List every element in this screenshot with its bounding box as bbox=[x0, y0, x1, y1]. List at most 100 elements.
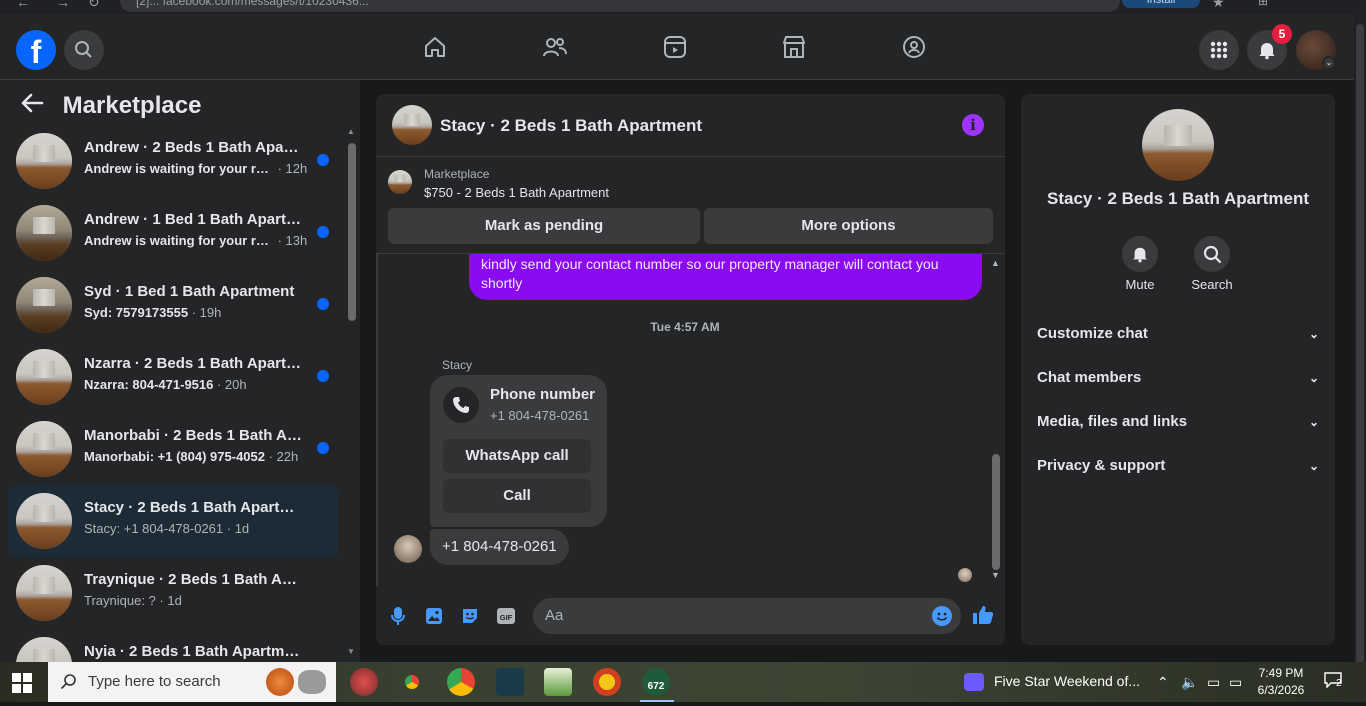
listing-title[interactable]: $750 - 2 Beds 1 Bath Apartment bbox=[424, 185, 609, 200]
home-icon[interactable] bbox=[422, 34, 452, 64]
bookmark-star-icon[interactable]: ★ bbox=[1212, 0, 1225, 11]
notes-app-icon[interactable] bbox=[544, 668, 572, 696]
thumbs-up-icon[interactable] bbox=[971, 603, 995, 627]
conversation-title: Traynique · 2 Beds 1 Bath Apart... bbox=[84, 571, 304, 588]
taskbar-search[interactable]: Type here to search bbox=[48, 662, 336, 702]
thread-scrollbar[interactable]: ▲ ▼ bbox=[990, 258, 1002, 582]
friends-icon[interactable] bbox=[542, 34, 572, 64]
chat-members-row[interactable]: Chat members ⌄ bbox=[1037, 358, 1319, 398]
active-app-icon[interactable]: 672 bbox=[642, 668, 670, 696]
card-phone-value: +1 804-478-0261 bbox=[490, 408, 590, 423]
svg-text:GIF: GIF bbox=[500, 613, 513, 622]
mark-as-pending-button[interactable]: Mark as pending bbox=[388, 208, 700, 244]
scroll-up-icon[interactable]: ▲ bbox=[347, 127, 355, 136]
privacy-support-row[interactable]: Privacy & support ⌄ bbox=[1037, 446, 1319, 486]
back-arrow-icon[interactable] bbox=[20, 93, 44, 113]
chevron-down-icon: ⌄ bbox=[1308, 327, 1319, 341]
ixl-app-icon[interactable] bbox=[593, 668, 621, 696]
scroll-up-icon[interactable]: ▲ bbox=[991, 258, 1000, 268]
gif-icon[interactable]: GIF bbox=[495, 605, 517, 627]
sticker-icon[interactable] bbox=[459, 605, 481, 627]
action-center-icon[interactable]: 2 bbox=[1324, 672, 1348, 692]
sender-name: Stacy bbox=[442, 358, 473, 372]
marketplace-icon[interactable] bbox=[781, 34, 811, 64]
volume-icon[interactable]: 🔈 bbox=[1181, 674, 1198, 691]
call-button[interactable]: Call bbox=[443, 479, 591, 513]
conversation-item[interactable]: Syd · 1 Bed 1 Bath Apartment Syd: 757917… bbox=[8, 269, 338, 341]
chevron-down-icon[interactable]: ⌄ bbox=[1322, 56, 1336, 70]
address-bar[interactable]: [2]... facebook.com/messages/t/10230436.… bbox=[120, 0, 1120, 12]
chat-avatar[interactable] bbox=[392, 105, 432, 145]
conversation-title: Andrew · 2 Beds 1 Bath Apart... bbox=[84, 139, 304, 156]
conversation-item[interactable]: Nzarra · 2 Beds 1 Bath Apartm... Nzarra:… bbox=[8, 341, 338, 413]
search-icon bbox=[1194, 236, 1230, 272]
conversation-item[interactable]: Manorbabi · 2 Beds 1 Bath Apa... Manorba… bbox=[8, 413, 338, 485]
extension-icon[interactable]: ⊞ bbox=[1258, 0, 1268, 8]
microphone-icon[interactable] bbox=[387, 605, 409, 627]
meet-now-icon[interactable]: ▭ bbox=[1207, 674, 1220, 691]
basketball-icon bbox=[266, 668, 294, 696]
listing-thumbnail bbox=[16, 565, 72, 621]
conversation-preview: Traynique: ? · 1d bbox=[84, 593, 182, 608]
reload-icon[interactable]: ↻ bbox=[88, 0, 100, 11]
scroll-down-icon[interactable]: ▼ bbox=[347, 647, 355, 656]
windows-start-icon[interactable] bbox=[12, 673, 32, 693]
top-navigation: f 5 ⌄ bbox=[0, 14, 1354, 80]
conversation-item-selected[interactable]: Stacy · 2 Beds 1 Bath Apartment Stacy: +… bbox=[8, 485, 338, 557]
system-clock[interactable]: 7:49 PM 6/3/2026 bbox=[1250, 665, 1312, 699]
chrome-icon[interactable] bbox=[398, 668, 426, 696]
chevron-down-icon: ⌄ bbox=[1308, 459, 1319, 473]
sidebar-title: Marketplace bbox=[62, 92, 202, 119]
search-label: Search bbox=[1191, 277, 1233, 292]
chrome-profile-icon[interactable] bbox=[447, 668, 475, 696]
forward-arrow-icon[interactable]: → bbox=[56, 0, 70, 10]
conversation-item[interactable]: Andrew · 1 Bed 1 Bath Apartm... Andrew i… bbox=[8, 197, 338, 269]
conversation-item[interactable]: Andrew · 2 Beds 1 Bath Apart... Andrew i… bbox=[8, 125, 338, 197]
chevron-up-icon[interactable]: ⌃ bbox=[1157, 674, 1169, 691]
chat-title[interactable]: Stacy · 2 Beds 1 Bath Apartment bbox=[440, 116, 702, 136]
listing-thumbnail bbox=[16, 421, 72, 477]
paint-app-icon[interactable] bbox=[350, 668, 378, 696]
bell-icon bbox=[1259, 43, 1275, 60]
chat-header: Stacy · 2 Beds 1 Bath Apartment i bbox=[376, 94, 1005, 157]
search-button[interactable] bbox=[64, 30, 104, 70]
menu-button[interactable] bbox=[1199, 30, 1239, 70]
facebook-logo-icon[interactable]: f bbox=[16, 30, 56, 70]
whatsapp-call-button[interactable]: WhatsApp call bbox=[443, 439, 591, 473]
install-button[interactable]: Install bbox=[1122, 0, 1200, 8]
conversation-name: Stacy · 2 Beds 1 Bath Apartment bbox=[1047, 189, 1309, 208]
photo-icon[interactable] bbox=[423, 605, 445, 627]
customize-chat-row[interactable]: Customize chat ⌄ bbox=[1037, 314, 1319, 354]
phone-contact-card: Phone number +1 804-478-0261 WhatsApp ca… bbox=[430, 375, 607, 527]
search-action[interactable]: Search bbox=[1182, 236, 1242, 292]
listing-thumbnail bbox=[16, 205, 72, 261]
page-scrollbar[interactable] bbox=[1354, 14, 1366, 674]
conversation-preview: Stacy: +1 804-478-0261 · 1d bbox=[84, 521, 250, 536]
sender-avatar[interactable] bbox=[394, 535, 422, 563]
video-icon[interactable] bbox=[662, 34, 692, 64]
conversation-item[interactable]: Traynique · 2 Beds 1 Bath Apart... Trayn… bbox=[8, 557, 338, 629]
network-icon[interactable]: ▭ bbox=[1229, 674, 1242, 691]
media-files-links-row[interactable]: Media, files and links ⌄ bbox=[1037, 402, 1319, 442]
incoming-message: +1 804-478-0261 bbox=[430, 529, 569, 565]
conversation-preview: Manorbabi: +1 (804) 975-4052 · 22h bbox=[84, 449, 299, 464]
info-icon[interactable]: i bbox=[962, 114, 984, 136]
emoji-icon[interactable] bbox=[932, 606, 952, 626]
unread-dot bbox=[317, 370, 329, 382]
listing-thumbnail[interactable] bbox=[388, 170, 412, 194]
mute-action[interactable]: Mute bbox=[1110, 236, 1170, 292]
conversation-avatar[interactable] bbox=[1142, 109, 1214, 181]
groups-icon[interactable] bbox=[901, 34, 931, 64]
sidebar-scrollbar[interactable]: ▲ ▼ bbox=[345, 125, 359, 660]
search-icon bbox=[75, 41, 92, 58]
windows-taskbar: Type here to search 672 Five Star Weeken… bbox=[0, 662, 1366, 702]
sideline-app-icon[interactable] bbox=[496, 668, 524, 696]
conversation-title: Stacy · 2 Beds 1 Bath Apartment bbox=[84, 499, 304, 516]
scroll-down-icon[interactable]: ▼ bbox=[991, 570, 1000, 580]
bell-icon bbox=[1122, 236, 1158, 272]
back-arrow-icon[interactable]: ← bbox=[16, 0, 30, 10]
unread-dot bbox=[317, 154, 329, 166]
message-input[interactable]: Aa bbox=[533, 598, 961, 634]
media-now-playing[interactable]: Five Star Weekend of... bbox=[964, 673, 1140, 692]
more-options-button[interactable]: More options bbox=[704, 208, 993, 244]
